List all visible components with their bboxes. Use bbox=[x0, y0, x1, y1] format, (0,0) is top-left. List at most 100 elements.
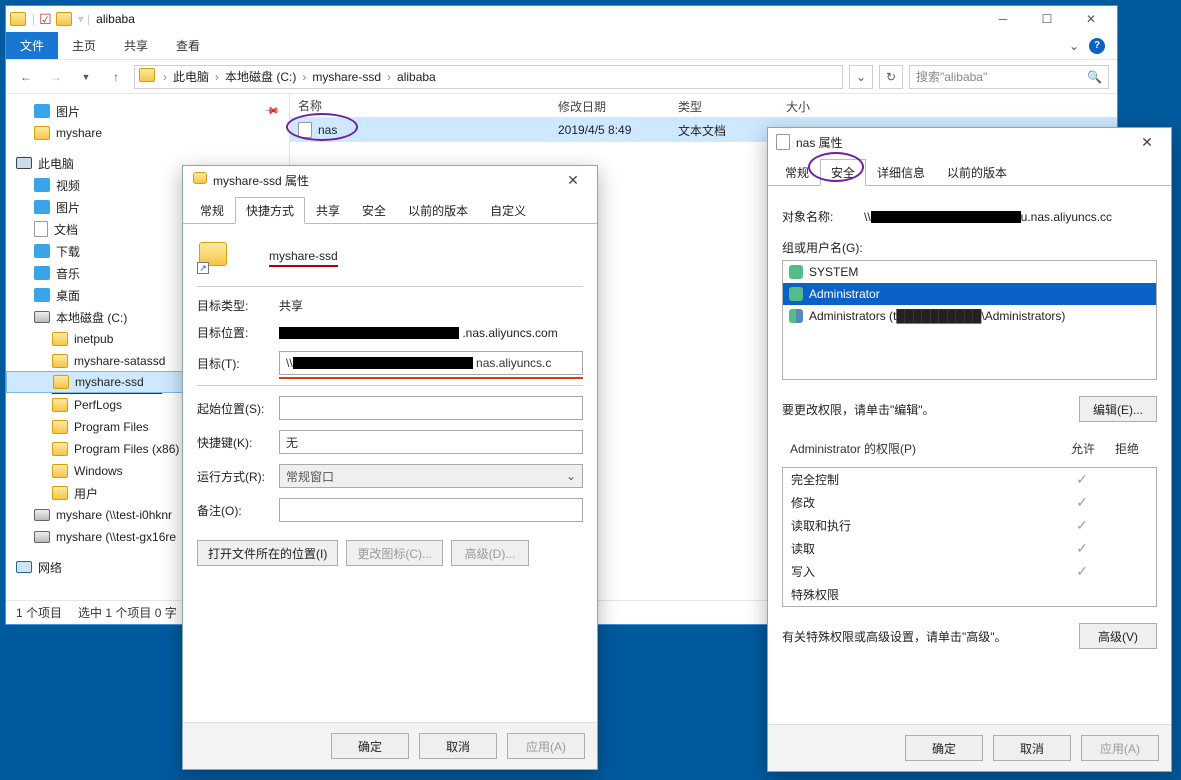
advanced-button[interactable]: 高级(V) bbox=[1079, 623, 1157, 649]
up-button[interactable]: ↑ bbox=[104, 65, 128, 89]
target-loc-value: .nas.aliyuncs.com bbox=[279, 326, 583, 340]
shortcut-large-icon: ↗ bbox=[197, 242, 229, 274]
refresh-button[interactable]: ↻ bbox=[879, 65, 903, 89]
tab-general[interactable]: 常规 bbox=[189, 197, 235, 224]
check-icon: ✓ bbox=[1060, 471, 1104, 488]
comment-input[interactable] bbox=[279, 498, 583, 522]
dialog-titlebar: nas 属性 ✕ bbox=[768, 128, 1171, 156]
desktop-icon bbox=[34, 288, 50, 302]
object-name-label: 对象名称: bbox=[782, 208, 864, 225]
tab-security[interactable]: 安全 bbox=[351, 197, 397, 224]
qat-sep: ▾ | bbox=[78, 12, 90, 26]
apply-button[interactable]: 应用(A) bbox=[507, 733, 585, 759]
recent-dropdown[interactable]: ▼ bbox=[74, 65, 98, 89]
user-icon bbox=[789, 287, 803, 301]
tab-details[interactable]: 详细信息 bbox=[866, 159, 936, 186]
close-button[interactable]: ✕ bbox=[1131, 134, 1163, 151]
search-input[interactable]: 搜索"alibaba" 🔍 bbox=[909, 65, 1109, 89]
crumb-3[interactable]: alibaba bbox=[393, 70, 440, 84]
shortcut-name: myshare-ssd bbox=[269, 249, 338, 267]
ok-button[interactable]: 确定 bbox=[331, 733, 409, 759]
hotkey-label: 快捷键(K): bbox=[197, 434, 279, 451]
ribbon-expand-icon[interactable]: ⌄ bbox=[1069, 39, 1079, 53]
start-in-input[interactable] bbox=[279, 396, 583, 420]
dialog-body: ↗ myshare-ssd 目标类型:共享 目标位置: .nas.aliyunc… bbox=[183, 224, 597, 578]
crumb-2[interactable]: myshare-ssd bbox=[308, 70, 385, 84]
object-name-value: \\u.nas.aliyuncs.cc bbox=[864, 210, 1157, 224]
group-system[interactable]: SYSTEM bbox=[783, 261, 1156, 283]
cancel-button[interactable]: 取消 bbox=[419, 733, 497, 759]
target-label: 目标(T): bbox=[197, 355, 279, 372]
tree-myshare[interactable]: myshare bbox=[6, 122, 289, 144]
network-icon bbox=[16, 561, 32, 573]
permissions-list: 完全控制✓ 修改✓ 读取和执行✓ 读取✓ 写入✓ 特殊权限 bbox=[782, 467, 1157, 607]
col-size[interactable]: 大小 bbox=[778, 94, 868, 117]
ribbon-tab-home[interactable]: 主页 bbox=[58, 32, 110, 59]
tab-prev[interactable]: 以前的版本 bbox=[397, 197, 479, 224]
window-title: alibaba bbox=[96, 12, 135, 26]
users-icon bbox=[789, 309, 803, 323]
ribbon-tab-view[interactable]: 查看 bbox=[162, 32, 214, 59]
shortcut-icon bbox=[191, 172, 207, 188]
folder-icon bbox=[52, 442, 68, 456]
col-name[interactable]: 名称 bbox=[290, 94, 550, 117]
qat-sep: | bbox=[32, 12, 35, 26]
chevron-down-icon: ⌄ bbox=[566, 469, 576, 483]
col-date[interactable]: 修改日期 bbox=[550, 94, 670, 117]
group-administrator[interactable]: Administrator bbox=[783, 283, 1156, 305]
col-type[interactable]: 类型 bbox=[670, 94, 778, 117]
forward-button[interactable]: → bbox=[44, 65, 68, 89]
open-location-button[interactable]: 打开文件所在的位置(I) bbox=[197, 540, 338, 566]
breadcrumb[interactable]: › 此电脑› 本地磁盘 (C:)› myshare-ssd› alibaba bbox=[134, 65, 843, 89]
folder-icon bbox=[34, 126, 50, 140]
groups-listbox[interactable]: SYSTEM Administrator Administrators (t██… bbox=[782, 260, 1157, 380]
crumb-1[interactable]: 本地磁盘 (C:) bbox=[221, 68, 300, 85]
status-items: 1 个项目 bbox=[16, 604, 62, 621]
drive-icon bbox=[34, 311, 50, 323]
tab-security[interactable]: 安全 bbox=[820, 159, 866, 186]
group-administrators[interactable]: Administrators (t██████████\Administrato… bbox=[783, 305, 1156, 327]
close-button[interactable]: ✕ bbox=[557, 172, 589, 189]
ribbon-tab-file[interactable]: 文件 bbox=[6, 32, 58, 59]
tab-prev[interactable]: 以前的版本 bbox=[936, 159, 1018, 186]
help-icon[interactable]: ? bbox=[1089, 38, 1105, 54]
breadcrumb-dropdown[interactable]: ⌄ bbox=[849, 65, 873, 89]
maximize-button[interactable]: ☐ bbox=[1025, 6, 1069, 32]
cancel-button[interactable]: 取消 bbox=[993, 735, 1071, 761]
file-name: nas bbox=[318, 123, 337, 137]
advanced-button[interactable]: 高级(D)... bbox=[451, 540, 529, 566]
folder-icon bbox=[139, 68, 155, 85]
folder-icon bbox=[52, 398, 68, 412]
tab-custom[interactable]: 自定义 bbox=[479, 197, 537, 224]
ribbon: 文件 主页 共享 查看 ⌄ ? bbox=[6, 32, 1117, 60]
pictures-icon bbox=[34, 104, 50, 118]
close-button[interactable]: ✕ bbox=[1069, 6, 1113, 32]
folder-icon bbox=[52, 354, 68, 368]
apply-button[interactable]: 应用(A) bbox=[1081, 735, 1159, 761]
run-select[interactable]: 常规窗口⌄ bbox=[279, 464, 583, 488]
pin-icon: 📌 bbox=[262, 103, 279, 120]
tree-pictures[interactable]: 图片📌 bbox=[6, 100, 289, 122]
downloads-icon bbox=[34, 244, 50, 258]
target-input[interactable]: \\ nas.aliyuncs.c bbox=[279, 351, 583, 375]
change-icon-button[interactable]: 更改图标(C)... bbox=[346, 540, 443, 566]
explorer-titlebar: | ☑ ▾ | alibaba ─ ☐ ✕ bbox=[6, 6, 1117, 32]
comment-label: 备注(O): bbox=[197, 502, 279, 519]
ribbon-tab-share[interactable]: 共享 bbox=[110, 32, 162, 59]
crumb-0[interactable]: 此电脑 bbox=[169, 68, 213, 85]
status-selected: 选中 1 个项目 0 字 bbox=[78, 604, 177, 621]
tab-shortcut[interactable]: 快捷方式 bbox=[235, 197, 305, 224]
tab-general[interactable]: 常规 bbox=[774, 159, 820, 186]
edit-button[interactable]: 编辑(E)... bbox=[1079, 396, 1157, 422]
dialog-buttons: 确定 取消 应用(A) bbox=[183, 722, 597, 769]
start-in-label: 起始位置(S): bbox=[197, 400, 279, 417]
back-button[interactable]: ← bbox=[14, 65, 38, 89]
ok-button[interactable]: 确定 bbox=[905, 735, 983, 761]
minimize-button[interactable]: ─ bbox=[981, 6, 1025, 32]
tab-share[interactable]: 共享 bbox=[305, 197, 351, 224]
documents-icon bbox=[34, 221, 48, 237]
folder-icon bbox=[52, 486, 68, 500]
hotkey-input[interactable]: 无 bbox=[279, 430, 583, 454]
window-controls: ─ ☐ ✕ bbox=[981, 6, 1113, 32]
search-placeholder: 搜索"alibaba" bbox=[916, 68, 987, 85]
